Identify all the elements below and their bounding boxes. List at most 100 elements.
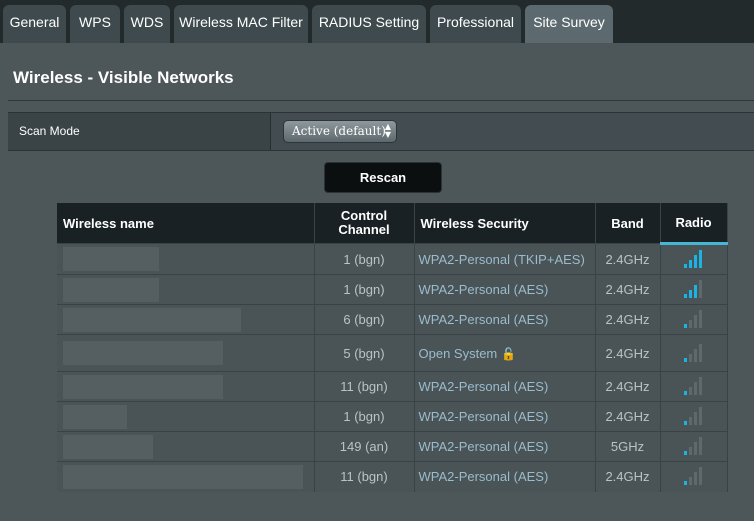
signal-bar (698, 407, 702, 425)
security-label: WPA2-Personal (TKIP+AES) (418, 251, 585, 267)
redacted-network-name (63, 341, 223, 365)
tab-professional[interactable]: Professional (430, 5, 521, 43)
tab-bar: General WPS WDS Wireless MAC Filter RADI… (0, 0, 754, 43)
channel-cell: 1 (bgn) (314, 274, 415, 305)
redacted-network-name (63, 307, 241, 332)
tab-general[interactable]: General (3, 5, 66, 43)
scan-mode-label: Scan Mode (8, 113, 271, 150)
table-header-row: Wireless name Control Channel Wireless S… (57, 203, 728, 245)
security-cell: Open System 🔓 (414, 334, 596, 372)
table-row[interactable]: 11 (bgn) WPA2-Personal (AES) 2.4GHz (57, 461, 728, 492)
signal-strength-icon (683, 250, 704, 269)
channel-cell: 1 (bgn) (314, 243, 415, 275)
title-divider (8, 100, 754, 101)
channel-cell: 149 (an) (314, 431, 415, 462)
network-name-cell (57, 461, 315, 492)
table-row[interactable]: 6 (bgn) WPA2-Personal (AES) 2.4GHz (57, 304, 728, 335)
scan-mode-select[interactable]: Active (default) ▲ ▼ (283, 120, 397, 143)
signal-bar (693, 382, 697, 395)
header-band[interactable]: Band (595, 203, 661, 244)
signal-bar (688, 320, 692, 328)
security-label: WPA2-Personal (AES) (418, 439, 549, 454)
channel-cell: 5 (bgn) (314, 334, 415, 372)
redacted-network-name (63, 277, 159, 302)
signal-bar (693, 412, 697, 425)
security-cell: WPA2-Personal (AES) (414, 401, 596, 432)
band-cell: 2.4GHz (595, 334, 661, 372)
header-control-channel[interactable]: Control Channel (314, 203, 415, 244)
table-row[interactable]: 149 (an) WPA2-Personal (AES) 5GHz (57, 431, 728, 462)
band-cell: 2.4GHz (595, 371, 661, 402)
security-cell: WPA2-Personal (AES) (414, 304, 596, 335)
signal-bar (688, 477, 692, 486)
signal-bar (688, 290, 692, 298)
signal-bar (698, 310, 702, 328)
signal-bar (693, 348, 697, 362)
networks-table: Wireless name Control Channel Wireless S… (57, 203, 728, 492)
redacted-network-name (63, 434, 153, 459)
unlocked-padlock-icon: 🔓 (501, 346, 517, 361)
signal-bar (683, 421, 687, 425)
radio-cell (660, 243, 728, 275)
radio-cell (660, 304, 728, 335)
radio-cell (660, 371, 728, 402)
security-label: WPA2-Personal (AES) (418, 282, 549, 297)
signal-strength-icon (683, 280, 704, 299)
table-row[interactable]: 5 (bgn) Open System 🔓 2.4GHz (57, 334, 728, 372)
select-arrows-icon: ▲ ▼ (384, 122, 391, 139)
band-cell: 2.4GHz (595, 274, 661, 305)
signal-bar (683, 357, 687, 362)
radio-cell (660, 401, 728, 432)
network-name-cell (57, 274, 315, 305)
signal-bar (683, 481, 687, 486)
signal-bar (688, 260, 692, 268)
signal-strength-icon (683, 437, 704, 456)
table-row[interactable]: 1 (bgn) WPA2-Personal (AES) 2.4GHz (57, 274, 728, 305)
network-name-cell (57, 371, 315, 402)
channel-cell: 11 (bgn) (314, 371, 415, 402)
header-control-channel-label: Control Channel (338, 208, 390, 237)
radio-cell (660, 274, 728, 305)
header-wireless-security[interactable]: Wireless Security (414, 203, 596, 244)
network-name-cell (57, 334, 315, 372)
security-label: WPA2-Personal (AES) (418, 409, 549, 424)
security-cell: WPA2-Personal (AES) (414, 431, 596, 462)
signal-bar (683, 264, 687, 268)
tab-site-survey[interactable]: Site Survey (525, 5, 613, 43)
signal-bar (698, 467, 702, 486)
redacted-network-name (63, 374, 223, 399)
signal-bar (698, 377, 702, 395)
signal-strength-icon (683, 343, 704, 363)
signal-bar (693, 285, 697, 298)
tab-wireless-mac-filter[interactable]: Wireless MAC Filter (174, 5, 308, 43)
redacted-network-name (63, 464, 303, 489)
network-name-cell (57, 401, 315, 432)
signal-bar (688, 417, 692, 425)
security-cell: WPA2-Personal (TKIP+AES) (414, 243, 596, 275)
scan-mode-row: Scan Mode Active (default) ▲ ▼ (8, 112, 754, 151)
band-cell: 2.4GHz (595, 243, 661, 275)
table-row[interactable]: 1 (bgn) WPA2-Personal (TKIP+AES) 2.4GHz (57, 243, 728, 275)
table-row[interactable]: 11 (bgn) WPA2-Personal (AES) 2.4GHz (57, 371, 728, 402)
tab-wds[interactable]: WDS (124, 5, 170, 43)
band-cell: 5GHz (595, 431, 661, 462)
scan-mode-value: Active (default) (292, 124, 386, 138)
signal-bar (693, 472, 697, 486)
channel-cell: 1 (bgn) (314, 401, 415, 432)
header-wireless-name[interactable]: Wireless name (57, 203, 315, 244)
table-row[interactable]: 1 (bgn) WPA2-Personal (AES) 2.4GHz (57, 401, 728, 432)
tab-wps[interactable]: WPS (70, 5, 120, 43)
signal-bar (683, 451, 687, 455)
signal-strength-icon (683, 310, 704, 329)
tab-radius-setting[interactable]: RADIUS Setting (312, 5, 426, 43)
signal-bar (693, 315, 697, 328)
signal-bar (693, 255, 697, 268)
header-radio[interactable]: Radio (660, 203, 728, 245)
security-label: Open System (418, 345, 498, 361)
rescan-button[interactable]: Rescan (324, 162, 442, 193)
redacted-network-name (63, 404, 127, 429)
signal-bar (693, 442, 697, 455)
signal-bar (698, 437, 702, 455)
band-cell: 2.4GHz (595, 304, 661, 335)
security-label: WPA2-Personal (AES) (418, 469, 549, 485)
